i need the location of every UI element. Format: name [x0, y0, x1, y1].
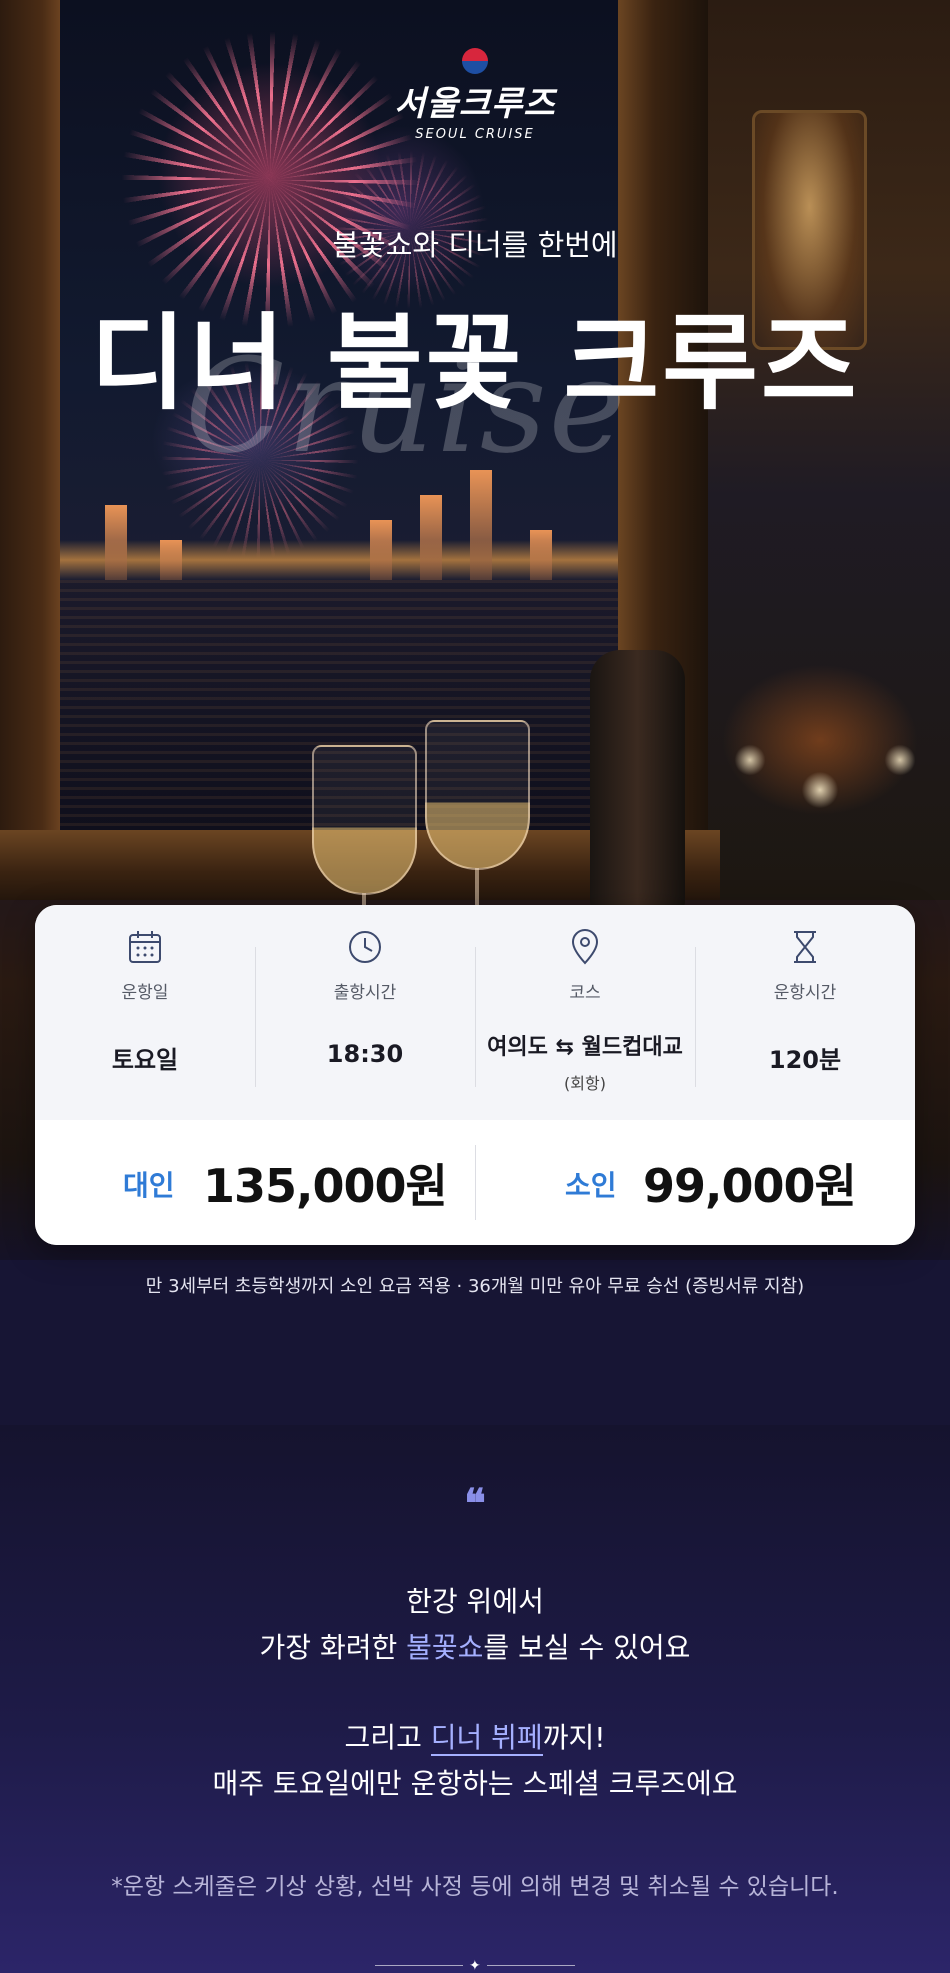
quote-text: 가장 화려한 — [259, 1631, 407, 1664]
price-adult: 대인 135,000원 — [35, 1120, 475, 1245]
window-frame — [0, 0, 60, 900]
taegeuk-icon — [462, 48, 488, 74]
info-label: 운항일 — [121, 983, 169, 1003]
fare-note: 만 3세부터 초등학생까지 소인 요금 적용 · 36개월 미만 유아 무료 승… — [145, 1276, 805, 1297]
hourglass-icon — [794, 931, 816, 963]
price-row: 대인 135,000원 소인 99,000원 — [35, 1120, 915, 1245]
clock-icon — [349, 931, 381, 963]
info-duration: 운항시간 120분 — [695, 905, 915, 1120]
calendar-icon — [129, 931, 161, 963]
schedule-info-row: 운항일 토요일 출항시간 18:30 코스 여의도 ⇆ 월드컵대교 (회항) 운… — [35, 905, 915, 1120]
hero-subtitle: 불꽃쇼와 디너를 한번에 — [332, 228, 618, 262]
quote-text: 그리고 — [344, 1721, 431, 1754]
quote-text: 를 보실 수 있어요 — [483, 1631, 691, 1664]
brand-logo[interactable]: 서울크루즈 SEOUL CRUISE — [375, 48, 575, 142]
price-label: 대인 — [123, 1169, 175, 1202]
info-label: 코스 — [569, 983, 601, 1003]
price-value: 99,000원 — [643, 1159, 857, 1213]
quote-line: 가장 화려한 불꽃쇼를 보실 수 있어요 — [0, 1626, 950, 1666]
sparkle-icon: ✦ — [469, 1958, 481, 1973]
flower-decoration — [690, 650, 950, 890]
info-operating-day: 운항일 토요일 — [35, 905, 255, 1120]
wine-bottle — [590, 650, 685, 910]
info-value: 여의도 ⇆ 월드컵대교 — [487, 1035, 683, 1060]
brand-name: 서울크루즈 — [394, 84, 556, 124]
quote-text: 까지! — [542, 1721, 606, 1754]
quote-line: 그리고 디너 뷔페까지! — [0, 1716, 950, 1756]
highlight-fireworks: 불꽃쇼 — [406, 1631, 484, 1664]
quote-line: 한강 위에서 — [406, 1585, 544, 1618]
section-divider: ✦ — [375, 1958, 575, 1973]
wine-glass — [312, 745, 417, 895]
brand-tagline: SEOUL CRUISE — [415, 127, 535, 142]
info-sub: (회항) — [564, 1074, 606, 1093]
city-lights — [60, 470, 620, 580]
quote-icon: ❝ — [464, 1480, 486, 1527]
highlight-dinner-buffet: 디너 뷔페 — [430, 1721, 543, 1756]
schedule-disclaimer: *운항 스케줄은 기상 상황, 선박 사정 등에 의해 변경 및 취소될 수 있… — [111, 1874, 839, 1900]
location-pin-icon — [571, 929, 599, 965]
info-label: 출항시간 — [333, 983, 397, 1003]
cruise-info-card: 운항일 토요일 출항시간 18:30 코스 여의도 ⇆ 월드컵대교 (회항) 운… — [35, 905, 915, 1245]
info-value: 120분 — [768, 1046, 842, 1074]
wine-glass — [425, 720, 530, 870]
price-label: 소인 — [565, 1169, 617, 1202]
info-departure-time: 출항시간 18:30 — [255, 905, 475, 1120]
info-course: 코스 여의도 ⇆ 월드컵대교 (회항) — [475, 905, 695, 1120]
info-value: 18:30 — [326, 1040, 404, 1068]
hero-title: 디너 불꽃 크루즈 — [90, 302, 860, 424]
info-label: 운항시간 — [773, 983, 837, 1003]
price-value: 135,000원 — [203, 1159, 448, 1213]
info-value: 토요일 — [111, 1046, 179, 1074]
price-child: 소인 99,000원 — [475, 1120, 915, 1245]
quote-line: 매주 토요일에만 운항하는 스페셜 크루즈에요 — [212, 1767, 738, 1800]
